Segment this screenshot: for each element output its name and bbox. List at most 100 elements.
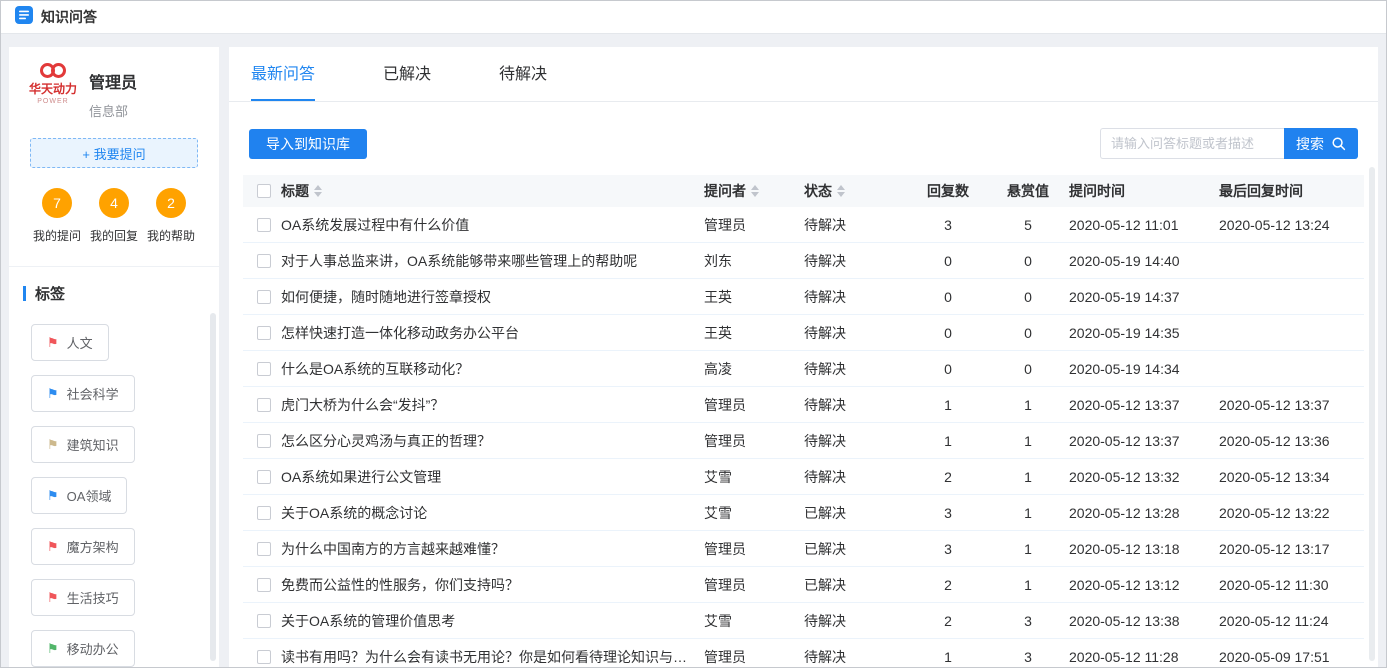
stat-item[interactable]: 4 我的回复 [90, 188, 138, 244]
row-checkbox[interactable] [257, 578, 271, 592]
tag-button[interactable]: ⚑ 建筑知识 [31, 426, 135, 463]
col-title[interactable]: 标题 [281, 181, 704, 201]
row-title[interactable]: 怎样快速打造一体化移动政务办公平台 [281, 323, 704, 343]
table-row[interactable]: 关于OA系统的概念讨论 艾雪 已解决 3 1 2020-05-12 13:28 … [243, 495, 1364, 531]
tag-label: 移动办公 [67, 639, 119, 658]
sort-caret[interactable] [837, 185, 845, 197]
row-status: 待解决 [804, 323, 909, 343]
table-row[interactable]: 为什么中国南方的方言越来越难懂？ 管理员 已解决 3 1 2020-05-12 … [243, 531, 1364, 567]
tags-title: 标签 [35, 283, 65, 304]
ask-question-button[interactable]: + 我要提问 [30, 138, 198, 168]
tab-solved[interactable]: 已解决 [383, 47, 431, 101]
stat-label: 我的回复 [90, 227, 138, 244]
stat-item[interactable]: 7 我的提问 [33, 188, 81, 244]
row-title[interactable]: OA系统发展过程中有什么价值 [281, 215, 704, 235]
table-row[interactable]: 关于OA系统的管理价值思考 艾雪 待解决 2 3 2020-05-12 13:3… [243, 603, 1364, 639]
tab-latest-qa[interactable]: 最新问答 [251, 47, 315, 101]
row-status: 待解决 [804, 647, 909, 667]
table-scrollbar[interactable] [1369, 167, 1375, 661]
row-asker: 管理员 [704, 395, 804, 415]
stat-item[interactable]: 2 我的帮助 [147, 188, 195, 244]
table-row[interactable]: 怎样快速打造一体化移动政务办公平台 王英 待解决 0 0 2020-05-19 … [243, 315, 1364, 351]
row-title[interactable]: 怎么区分心灵鸡汤与真正的哲理？ [281, 431, 704, 451]
row-ask-time: 2020-05-12 13:38 [1069, 613, 1219, 629]
tab-bar: 最新问答 已解决 待解决 [229, 47, 1378, 102]
row-checkbox[interactable] [257, 434, 271, 448]
row-title[interactable]: 关于OA系统的概念讨论 [281, 503, 704, 523]
sidebar-scrollbar[interactable] [210, 313, 216, 661]
row-bounty: 1 [987, 577, 1069, 593]
table-body: OA系统发展过程中有什么价值 管理员 待解决 3 5 2020-05-12 11… [243, 207, 1364, 667]
row-status: 待解决 [804, 215, 909, 235]
tab-pending[interactable]: 待解决 [499, 47, 547, 101]
tag-button[interactable]: ⚑ 魔方架构 [31, 528, 135, 565]
tag-label: 人文 [67, 333, 93, 352]
row-title[interactable]: 什么是OA系统的互联移动化？ [281, 359, 704, 379]
table-row[interactable]: 对于人事总监来讲，OA系统能够带来哪些管理上的帮助呢 刘东 待解决 0 0 20… [243, 243, 1364, 279]
row-checkbox[interactable] [257, 218, 271, 232]
flag-icon: ⚑ [47, 336, 59, 349]
tag-label: 生活技巧 [67, 588, 119, 607]
row-checkbox[interactable] [257, 614, 271, 628]
row-checkbox[interactable] [257, 470, 271, 484]
app-icon [15, 6, 33, 29]
row-title[interactable]: 读书有用吗？为什么会有读书无用论？你是如何看待理论知识与实... [281, 647, 704, 667]
row-replies: 2 [909, 613, 987, 629]
tag-button[interactable]: ⚑ 社会科学 [31, 375, 135, 412]
row-checkbox[interactable] [257, 650, 271, 664]
table-row[interactable]: OA系统如果进行公文管理 艾雪 待解决 2 1 2020-05-12 13:32… [243, 459, 1364, 495]
search-input[interactable] [1100, 128, 1284, 159]
import-to-kb-button[interactable]: 导入到知识库 [249, 129, 367, 159]
row-bounty: 3 [987, 613, 1069, 629]
tag-button[interactable]: ⚑ 生活技巧 [31, 579, 135, 616]
row-replies: 2 [909, 577, 987, 593]
select-all-checkbox[interactable] [257, 184, 271, 198]
row-bounty: 3 [987, 649, 1069, 665]
tag-button[interactable]: ⚑ 移动办公 [31, 630, 135, 667]
row-checkbox[interactable] [257, 362, 271, 376]
stat-count-badge: 2 [156, 188, 186, 218]
tag-button[interactable]: ⚑ 人文 [31, 324, 109, 361]
row-last-reply: 2020-05-09 17:51 [1219, 649, 1364, 665]
tag-list: ⚑ 人文 ⚑ 社会科学 ⚑ 建筑知识 ⚑ OA领域 ⚑ 魔方架构 ⚑ 生活技巧 [9, 304, 219, 667]
row-status: 待解决 [804, 251, 909, 271]
row-title[interactable]: 对于人事总监来讲，OA系统能够带来哪些管理上的帮助呢 [281, 251, 704, 271]
sort-caret[interactable] [314, 185, 322, 197]
row-ask-time: 2020-05-19 14:37 [1069, 289, 1219, 305]
table-row[interactable]: 如何便捷，随时随地进行签章授权 王英 待解决 0 0 2020-05-19 14… [243, 279, 1364, 315]
row-ask-time: 2020-05-12 13:18 [1069, 541, 1219, 557]
row-checkbox[interactable] [257, 398, 271, 412]
search-button[interactable]: 搜索 [1284, 128, 1358, 159]
row-checkbox[interactable] [257, 326, 271, 340]
row-bounty: 1 [987, 397, 1069, 413]
col-asker[interactable]: 提问者 [704, 181, 804, 201]
table-row[interactable]: 什么是OA系统的互联移动化？ 高凌 待解决 0 0 2020-05-19 14:… [243, 351, 1364, 387]
tag-button[interactable]: ⚑ OA领域 [31, 477, 127, 514]
flag-icon: ⚑ [47, 540, 59, 553]
row-title[interactable]: 为什么中国南方的方言越来越难懂？ [281, 539, 704, 559]
toolbar: 导入到知识库 搜索 [229, 102, 1378, 169]
table-row[interactable]: 虎门大桥为什么会“发抖”？ 管理员 待解决 1 1 2020-05-12 13:… [243, 387, 1364, 423]
table-row[interactable]: OA系统发展过程中有什么价值 管理员 待解决 3 5 2020-05-12 11… [243, 207, 1364, 243]
table-row[interactable]: 怎么区分心灵鸡汤与真正的哲理？ 管理员 待解决 1 1 2020-05-12 1… [243, 423, 1364, 459]
row-checkbox[interactable] [257, 542, 271, 556]
stat-count-badge: 4 [99, 188, 129, 218]
table-row[interactable]: 免费而公益性的性服务，你们支持吗？ 管理员 已解决 2 1 2020-05-12… [243, 567, 1364, 603]
col-status[interactable]: 状态 [804, 181, 909, 201]
row-bounty: 1 [987, 469, 1069, 485]
row-checkbox[interactable] [257, 254, 271, 268]
row-checkbox[interactable] [257, 290, 271, 304]
row-replies: 3 [909, 505, 987, 521]
row-title[interactable]: OA系统如果进行公文管理 [281, 467, 704, 487]
row-ask-time: 2020-05-12 13:32 [1069, 469, 1219, 485]
sort-caret[interactable] [751, 185, 759, 197]
row-checkbox[interactable] [257, 506, 271, 520]
table-row[interactable]: 读书有用吗？为什么会有读书无用论？你是如何看待理论知识与实... 管理员 待解决… [243, 639, 1364, 667]
row-title[interactable]: 免费而公益性的性服务，你们支持吗？ [281, 575, 704, 595]
row-replies: 0 [909, 361, 987, 377]
row-title[interactable]: 如何便捷，随时随地进行签章授权 [281, 287, 704, 307]
row-replies: 0 [909, 289, 987, 305]
row-title[interactable]: 虎门大桥为什么会“发抖”？ [281, 395, 704, 415]
row-ask-time: 2020-05-12 13:12 [1069, 577, 1219, 593]
row-title[interactable]: 关于OA系统的管理价值思考 [281, 611, 704, 631]
